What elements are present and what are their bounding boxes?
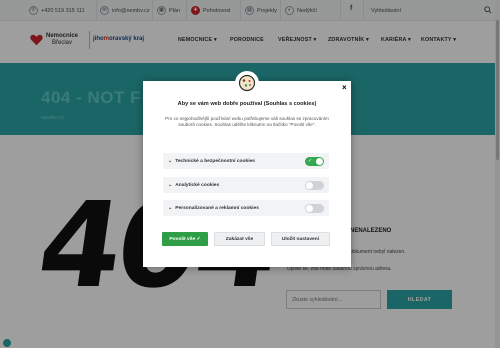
chevron-down-icon: ⌄ bbox=[168, 182, 173, 188]
cookie-category-label: Technické a bezpečnostní cookies bbox=[175, 158, 256, 164]
cookie-category-analytics-label-wrap: ⌄ Analytické cookies bbox=[168, 177, 219, 193]
cookie-category-technical[interactable]: ⌄ Technické a bezpečnostní cookies ✓ bbox=[163, 153, 329, 169]
technical-cookies-toggle[interactable]: ✓ bbox=[305, 157, 324, 166]
cookie-category-marketing[interactable]: ⌄ Personalizované a reklamní cookies bbox=[163, 200, 329, 216]
marketing-cookies-toggle[interactable] bbox=[305, 204, 324, 213]
cookie-consent-dialog: × Aby se vám web dobře používal (Souhlas… bbox=[143, 71, 351, 267]
cookie-icon bbox=[235, 71, 259, 95]
reject-all-button[interactable]: Zakázat vše bbox=[214, 232, 265, 246]
cookie-category-analytics[interactable]: ⌄ Analytické cookies bbox=[163, 177, 329, 193]
check-icon: ✓ bbox=[308, 158, 313, 164]
allow-all-button[interactable]: Povolit vše ✓ bbox=[162, 232, 208, 246]
toggle-knob bbox=[306, 205, 313, 212]
cookie-category-label: Personalizované a reklamní cookies bbox=[175, 205, 259, 211]
chevron-down-icon: ⌄ bbox=[168, 205, 173, 211]
cookie-dialog-title: Aby se vám web dobře používal (Souhlas s… bbox=[177, 101, 317, 107]
cookie-category-label: Analytické cookies bbox=[175, 182, 220, 188]
toggle-knob bbox=[306, 182, 313, 189]
cookie-dialog-description: Pro co nejpohodlnější používání webu pot… bbox=[165, 116, 329, 127]
cookie-icon-graphic bbox=[238, 74, 256, 92]
close-icon[interactable]: × bbox=[342, 84, 347, 92]
cookie-category-technical-label-wrap: ⌄ Technické a bezpečnostní cookies bbox=[168, 153, 255, 169]
chevron-down-icon: ⌄ bbox=[168, 158, 173, 164]
toggle-knob bbox=[316, 158, 323, 165]
cookie-category-marketing-label-wrap: ⌄ Personalizované a reklamní cookies bbox=[168, 200, 259, 216]
save-settings-button[interactable]: Uložit nastavení bbox=[271, 232, 330, 246]
analytics-cookies-toggle[interactable] bbox=[305, 181, 324, 190]
